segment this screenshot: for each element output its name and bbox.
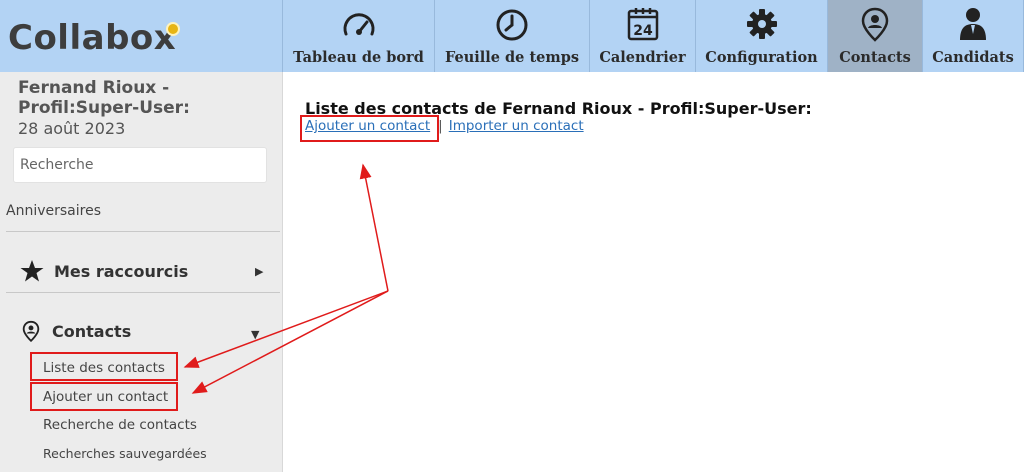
nav-label: Configuration <box>705 49 818 66</box>
section-label: Mes raccourcis <box>54 261 189 281</box>
person-icon <box>960 8 986 40</box>
current-date: 28 août 2023 <box>18 119 126 138</box>
sidebar-item-liste-des-contacts[interactable]: Liste des contacts <box>43 360 165 376</box>
contact-pin-icon <box>861 7 889 42</box>
calendar-icon: 24 <box>627 8 658 41</box>
sidebar-item-recherches-sauvegardees[interactable]: Recherches sauvegardées <box>43 446 207 461</box>
app-logo[interactable]: Collabox <box>0 0 283 72</box>
action-links: Ajouter un contact | Importer un contact <box>305 118 584 134</box>
sidebar-item-ajouter-un-contact[interactable]: Ajouter un contact <box>43 389 168 405</box>
calendar-day: 24 <box>633 23 653 39</box>
nav-label: Calendrier <box>599 49 686 66</box>
arrow-to-add-link <box>359 163 389 292</box>
nav-label: Feuille de temps <box>444 49 580 66</box>
import-contact-link[interactable]: Importer un contact <box>449 118 584 134</box>
logo-dot-icon <box>166 22 180 36</box>
chevron-down-icon[interactable]: ▼ <box>251 328 259 341</box>
section-contacts[interactable]: Contacts <box>20 318 131 344</box>
link-separator: | <box>438 118 443 134</box>
nav-contacts[interactable]: Contacts <box>828 0 923 72</box>
clock-icon <box>496 9 528 41</box>
add-contact-link[interactable]: Ajouter un contact <box>305 118 430 134</box>
logo-text: Collabox <box>8 18 177 58</box>
nav-calendrier[interactable]: 24 Calendrier <box>590 0 696 72</box>
nav-label: Contacts <box>839 49 911 66</box>
divider <box>6 231 280 232</box>
section-mes-raccourcis[interactable]: Mes raccourcis <box>20 259 188 283</box>
section-label: Contacts <box>52 321 132 341</box>
contact-pin-icon <box>22 320 40 343</box>
gear-icon <box>746 9 777 39</box>
sidebar-item-recherche-de-contacts[interactable]: Recherche de contacts <box>43 417 197 433</box>
nav-label: Candidats <box>932 49 1014 66</box>
divider <box>6 292 280 293</box>
user-name: Fernand Rioux - Profil:Super-User: <box>18 78 190 118</box>
gauge-icon <box>343 13 374 36</box>
page-title: Liste des contacts de Fernand Rioux - Pr… <box>305 99 812 118</box>
nav-candidats[interactable]: Candidats <box>923 0 1024 72</box>
star-icon <box>20 260 44 282</box>
search-input[interactable] <box>13 147 267 183</box>
chevron-right-icon[interactable]: ▶ <box>255 265 263 278</box>
main-nav: Tableau de bord Feuille de temps 24 Cale… <box>283 0 1024 72</box>
nav-configuration[interactable]: Configuration <box>696 0 828 72</box>
nav-label: Tableau de bord <box>293 49 424 66</box>
anniversaires-link[interactable]: Anniversaires <box>6 203 101 219</box>
nav-feuille-de-temps[interactable]: Feuille de temps <box>435 0 590 72</box>
top-bar: Collabox Tableau de bord Feuille de temp… <box>0 0 1024 72</box>
sidebar: Fernand Rioux - Profil:Super-User: 28 ao… <box>0 72 283 472</box>
nav-tableau-de-bord[interactable]: Tableau de bord <box>283 0 435 72</box>
